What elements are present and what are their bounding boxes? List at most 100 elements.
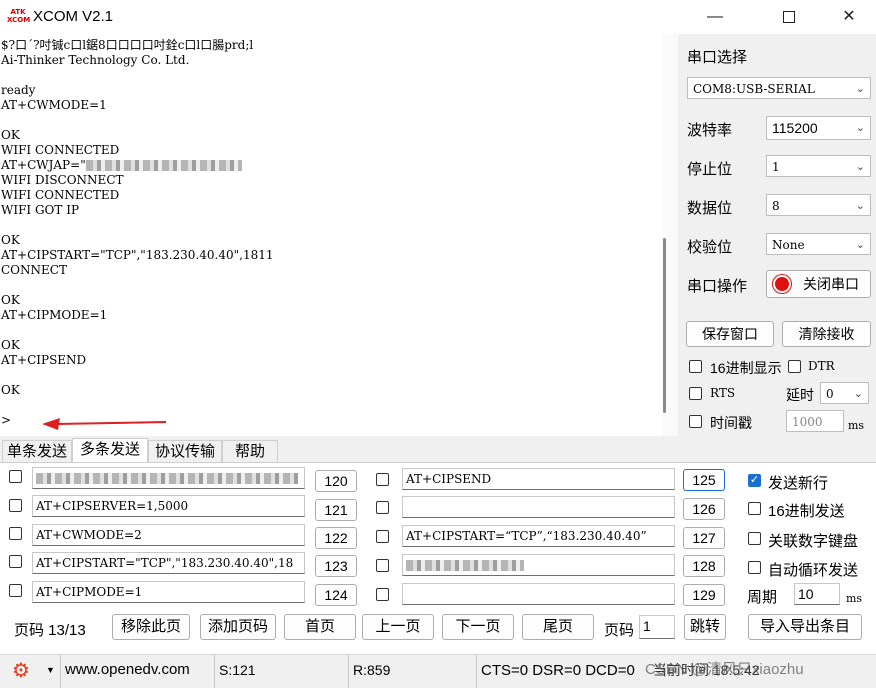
last-page-button[interactable]: 尾页 — [522, 614, 594, 640]
redacted-text — [406, 560, 524, 571]
minimize-icon: — — [707, 8, 723, 25]
record-icon — [775, 277, 789, 291]
multi-command-input[interactable]: AT+CIPSTART="TCP","183.230.40.40",18 — [32, 552, 305, 574]
minimize-button[interactable]: — — [692, 0, 738, 34]
terminal-line: CONNECT — [1, 263, 67, 277]
tab-single-send[interactable]: 单条发送 — [2, 440, 72, 462]
period-label: 周期 — [747, 589, 778, 606]
multi-row-checkbox[interactable] — [376, 588, 389, 601]
dtr-checkbox[interactable] — [788, 360, 801, 373]
delay-select[interactable]: 0 ⌄ — [820, 382, 869, 404]
multi-send-button[interactable]: 122 — [315, 527, 357, 549]
gear-icon[interactable]: ⚙ — [12, 661, 30, 681]
send-newline-checkbox[interactable]: ✓ — [748, 474, 761, 487]
multi-send-button[interactable]: 127 — [683, 527, 725, 549]
remove-page-button[interactable]: 移除此页 — [112, 614, 190, 640]
multi-command-input[interactable]: AT+CIPSERVER=1,5000 — [32, 495, 305, 517]
first-page-button[interactable]: 首页 — [284, 614, 356, 640]
jump-button[interactable]: 跳转 — [684, 614, 726, 640]
terminal-line: $?口´?吋铖c口l鋸8口口口口吋銓c口l口腸prd;l — [1, 38, 254, 52]
close-icon: ✕ — [842, 8, 856, 25]
prev-page-button[interactable]: 上一页 — [362, 614, 434, 640]
stop-bits-label: 停止位 — [687, 161, 733, 178]
close-port-button[interactable]: 关闭串口 — [766, 270, 871, 298]
import-export-button[interactable]: 导入导出条目 — [748, 614, 862, 640]
keypad-checkbox[interactable] — [748, 532, 761, 545]
multi-command-input[interactable] — [402, 554, 675, 576]
rts-label: RTS — [710, 386, 736, 400]
multi-command-input[interactable]: AT+CIPMODE=1 — [32, 581, 305, 603]
multi-row-checkbox[interactable] — [376, 501, 389, 514]
send-newline-label: 发送新行 — [768, 475, 829, 492]
multi-send-button[interactable]: 120 — [315, 470, 357, 492]
multi-row-checkbox[interactable] — [376, 530, 389, 543]
multi-command-input[interactable] — [32, 467, 305, 489]
csdn-watermark: CSDN @清风只xiaozhu — [645, 661, 804, 678]
terminal-scrollbar-thumb[interactable] — [663, 238, 666, 413]
chevron-down-icon: ⌄ — [853, 387, 863, 400]
app-logo-icon: ATK XCOM — [7, 8, 31, 24]
timestamp-ms-label: ms — [848, 419, 865, 432]
tab-help[interactable]: 帮助 — [222, 440, 278, 462]
maximize-button[interactable] — [766, 0, 812, 34]
close-button[interactable]: ✕ — [826, 0, 872, 34]
status-bar: ⚙ ▼ www.openedv.com S:121 R:859 CTS=0 DS… — [0, 654, 876, 688]
multi-command-input[interactable] — [402, 496, 675, 518]
data-bits-label: 数据位 — [687, 200, 733, 217]
period-input[interactable]: 10 — [794, 583, 840, 605]
auto-loop-checkbox[interactable] — [748, 561, 761, 574]
timestamp-checkbox[interactable] — [689, 415, 702, 428]
multi-row-checkbox[interactable] — [9, 499, 22, 512]
multi-send-button[interactable]: 121 — [315, 499, 357, 521]
receive-terminal[interactable]: $?口´?吋铖c口l鋸8口口口口吋銓c口l口腸prd;l Ai-Thinker … — [0, 34, 662, 436]
port-select-label: 串口选择 — [687, 49, 748, 66]
multi-send-button[interactable]: 124 — [315, 584, 357, 606]
multi-row-checkbox[interactable] — [9, 527, 22, 540]
terminal-line: OK — [1, 128, 20, 142]
multi-send-button[interactable]: 125 — [683, 469, 725, 491]
save-window-button[interactable]: 保存窗口 — [686, 321, 774, 347]
parity-label: 校验位 — [687, 239, 733, 256]
port-select[interactable]: COM8:USB-SERIAL ⌄ — [687, 77, 871, 99]
baud-select[interactable]: 115200 ⌄ — [766, 116, 871, 140]
stop-bits-select[interactable]: 1 ⌄ — [766, 155, 871, 177]
multi-row-checkbox[interactable] — [9, 470, 22, 483]
website-link[interactable]: www.openedv.com — [60, 655, 214, 688]
red-arrow-annotation — [42, 418, 166, 430]
multi-command-input[interactable]: AT+CIPSEND — [402, 468, 675, 490]
terminal-line: AT+CIPMODE=1 — [1, 308, 108, 322]
keypad-label: 关联数字键盘 — [768, 533, 859, 550]
multi-send-button[interactable]: 128 — [683, 555, 725, 577]
tab-multi-send[interactable]: 多条发送 — [72, 438, 148, 462]
chevron-down-icon[interactable]: ▼ — [46, 665, 55, 675]
multi-command-input[interactable]: AT+CIPSTART=“TCP”,“183.230.40.40” — [402, 525, 675, 547]
timestamp-interval-input[interactable]: 1000 — [786, 410, 844, 432]
add-page-button[interactable]: 添加页码 — [200, 614, 276, 640]
multi-row-checkbox[interactable] — [9, 555, 22, 568]
parity-select[interactable]: None ⌄ — [766, 233, 871, 255]
hex-send-checkbox[interactable] — [748, 502, 761, 515]
multi-send-button[interactable]: 129 — [683, 584, 725, 606]
data-bits-select[interactable]: 8 ⌄ — [766, 194, 871, 216]
tab-protocol[interactable]: 协议传输 — [148, 440, 222, 462]
multi-send-button[interactable]: 126 — [683, 498, 725, 520]
multi-command-input[interactable]: AT+CWMODE=2 — [32, 524, 305, 546]
redacted-text — [85, 160, 242, 171]
page-number-input[interactable]: 1 — [639, 615, 675, 639]
rts-checkbox[interactable] — [689, 387, 702, 400]
next-page-button[interactable]: 下一页 — [442, 614, 514, 640]
multi-row-checkbox[interactable] — [376, 473, 389, 486]
multi-command-input[interactable] — [402, 583, 675, 605]
hex-display-checkbox[interactable] — [689, 360, 702, 373]
terminal-line: AT+CIPSTART="TCP","183.230.40.40",1811 — [1, 248, 274, 262]
multi-row-checkbox[interactable] — [9, 584, 22, 597]
terminal-line: WIFI CONNECTED — [1, 143, 120, 157]
multi-row-checkbox[interactable] — [376, 559, 389, 572]
clear-receive-button[interactable]: 清除接收 — [782, 321, 871, 347]
multi-send-button[interactable]: 123 — [315, 555, 357, 577]
page-indicator: 页码 13/13 — [14, 622, 86, 639]
terminal-line: OK — [1, 338, 20, 352]
terminal-line: WIFI GOT IP — [1, 203, 80, 217]
sent-count: S:121 — [214, 655, 348, 688]
chevron-down-icon: ⌄ — [855, 160, 865, 173]
